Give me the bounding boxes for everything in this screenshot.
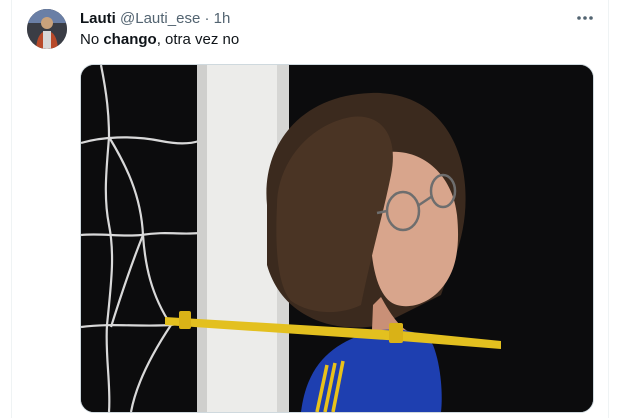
photo-goalpost-person xyxy=(81,65,593,412)
tweet-text: No chango, otra vez no xyxy=(80,31,239,48)
timeline-border-right xyxy=(608,0,609,418)
avatar-image xyxy=(27,9,67,49)
more-horizontal-icon xyxy=(577,16,593,20)
tweet-media-photo[interactable] xyxy=(80,64,594,413)
author-name[interactable]: Lauti xyxy=(80,10,116,27)
tweet-text-part-3: , otra vez no xyxy=(156,31,240,48)
tweet-text-part-1: No xyxy=(80,31,104,48)
tweet-header: Lauti @Lauti_ese · 1h xyxy=(80,10,230,27)
author-avatar[interactable] xyxy=(27,9,67,49)
tweet-card[interactable]: Lauti @Lauti_ese · 1h No chango, otra ve… xyxy=(12,0,608,418)
author-handle[interactable]: @Lauti_ese xyxy=(120,10,200,27)
tweet-timestamp[interactable]: 1h xyxy=(214,10,231,27)
more-options-button[interactable] xyxy=(574,9,596,27)
header-separator: · xyxy=(204,10,210,27)
tweet-text-bold: chango xyxy=(103,31,157,48)
